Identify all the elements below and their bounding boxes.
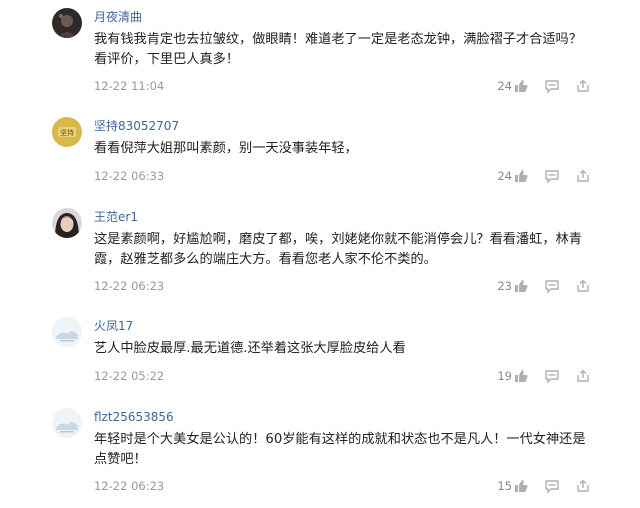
- avatar[interactable]: [52, 317, 82, 347]
- timestamp: 12-22 05:22: [94, 369, 165, 383]
- like-count: 15: [497, 479, 512, 493]
- share-icon[interactable]: [576, 369, 592, 383]
- username[interactable]: 火凤17: [94, 319, 133, 333]
- username[interactable]: 王范er1: [94, 210, 138, 224]
- comment-text: 年轻时是个大美女是公认的！60岁能有这样的成就和状态也不是凡人！一代女神还是 点…: [94, 432, 586, 467]
- comment-actions: 23: [497, 278, 592, 294]
- comment-text: 这是素颜啊，好尴尬啊，磨皮了都，唉，刘姥姥你就不能消停会儿？看看潘虹，林青 霞，…: [94, 232, 582, 267]
- thumbs-up-icon[interactable]: [514, 369, 530, 383]
- like-count: 19: [497, 369, 512, 383]
- timestamp: 12-22 06:23: [94, 279, 165, 293]
- share-icon[interactable]: [576, 79, 592, 93]
- comment-icon[interactable]: [545, 79, 561, 93]
- comment-actions: 19: [497, 368, 592, 384]
- avatar[interactable]: [52, 208, 82, 238]
- comment-icon[interactable]: [545, 279, 561, 293]
- comment-icon[interactable]: [545, 369, 561, 383]
- timestamp: 12-22 06:23: [94, 479, 165, 493]
- share-icon[interactable]: [576, 479, 592, 493]
- comment-text: 我有钱我肯定也去拉皱纹，做眼睛！难道老了一定是老态龙钟，满脸褶子才合适吗？ 看评…: [94, 32, 582, 67]
- like-count: 23: [497, 279, 512, 293]
- avatar[interactable]: [52, 408, 82, 438]
- like-count: 24: [497, 79, 512, 93]
- timestamp: 12-22 06:33: [94, 169, 165, 183]
- thumbs-up-icon[interactable]: [514, 279, 530, 293]
- username[interactable]: 坚持83052707: [94, 119, 179, 133]
- username[interactable]: 月夜清曲: [94, 10, 142, 24]
- comment-icon[interactable]: [545, 169, 561, 183]
- thumbs-up-icon[interactable]: [514, 169, 530, 183]
- svg-text:坚持: 坚持: [60, 128, 74, 137]
- comment-actions: 15: [497, 478, 592, 494]
- thumbs-up-icon[interactable]: [514, 479, 530, 493]
- comment-actions: 24: [497, 78, 592, 94]
- comment-actions: 24: [497, 168, 592, 184]
- comment-icon[interactable]: [545, 479, 561, 493]
- share-icon[interactable]: [576, 279, 592, 293]
- avatar[interactable]: [52, 8, 82, 38]
- avatar[interactable]: 坚持: [52, 117, 82, 147]
- comment-text: 看看倪萍大姐那叫素颜，别一天没事装年轻，: [94, 141, 358, 156]
- comment-text: 艺人中脸皮最厚.最无道德.还举着这张大厚脸皮给人看: [94, 341, 406, 356]
- timestamp: 12-22 11:04: [94, 79, 165, 93]
- like-count: 24: [497, 169, 512, 183]
- thumbs-up-icon[interactable]: [514, 79, 530, 93]
- share-icon[interactable]: [576, 169, 592, 183]
- username[interactable]: flzt25653856: [94, 410, 174, 424]
- comment-list: 月夜清曲 我有钱我肯定也去拉皱纹，做眼睛！难道老了一定是老态龙钟，满脸褶子才合适…: [0, 0, 640, 508]
